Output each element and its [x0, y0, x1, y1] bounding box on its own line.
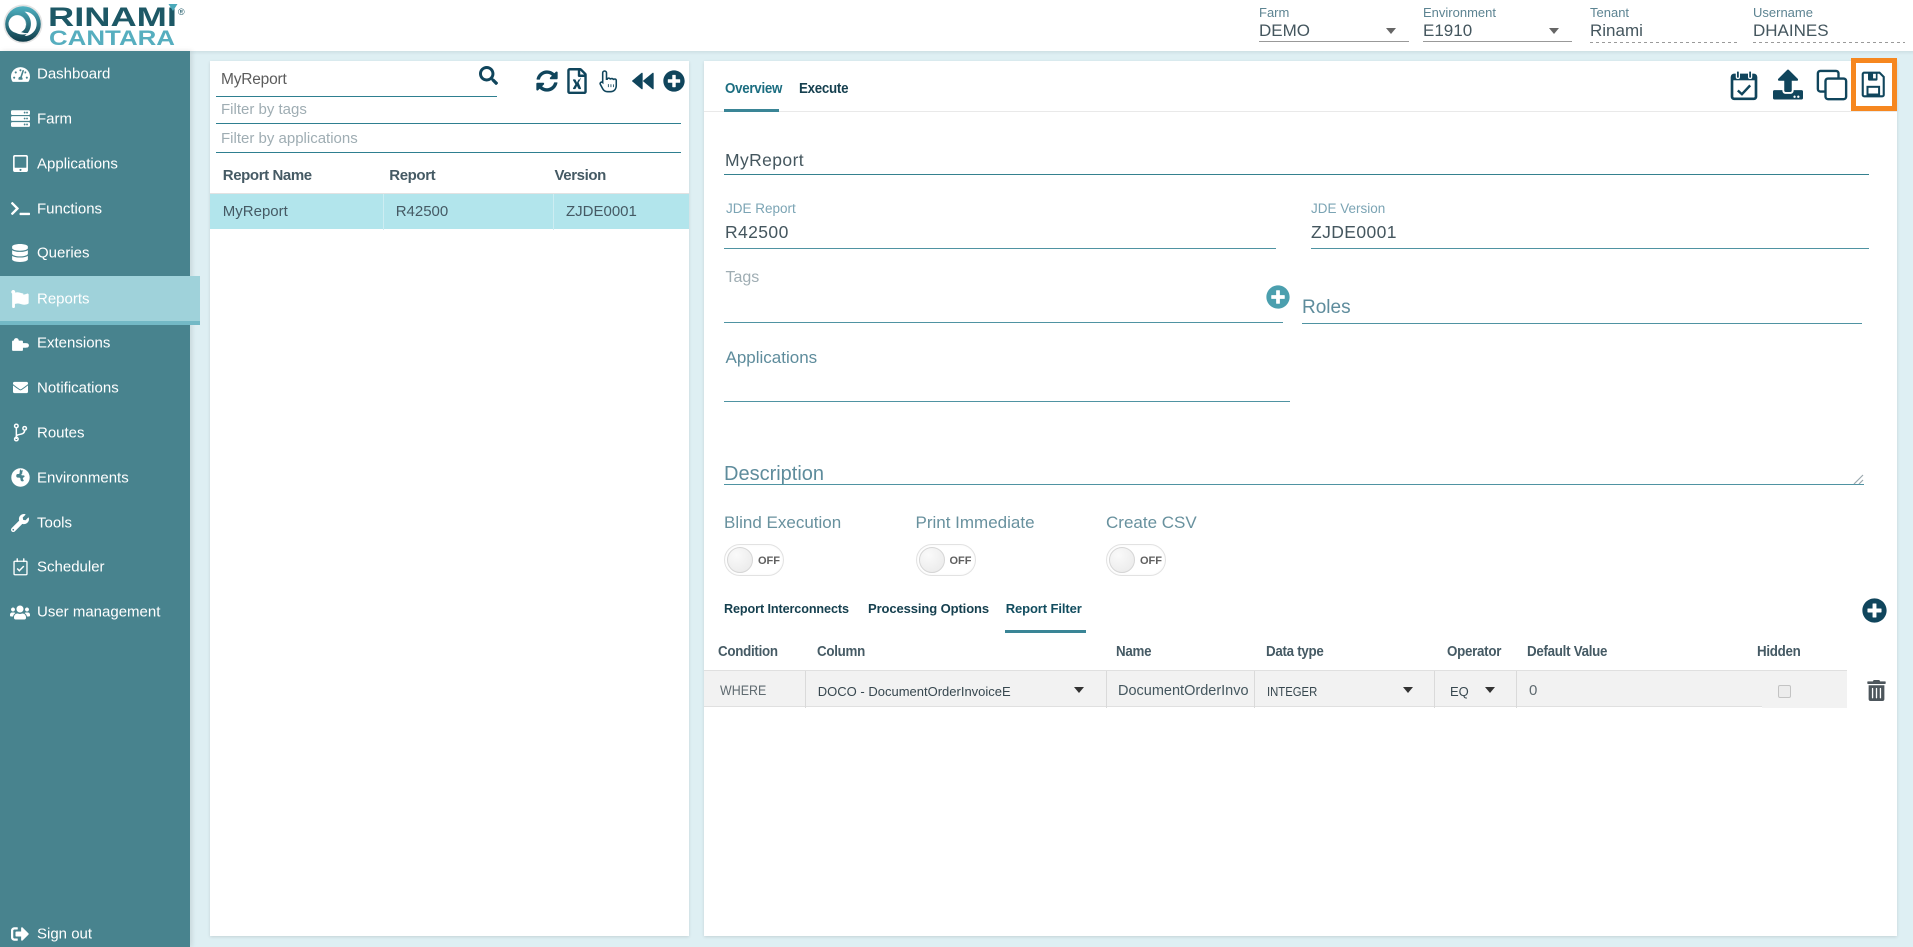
svg-text:®: ® [178, 7, 185, 17]
svg-text:CANTARA: CANTARA [49, 27, 175, 48]
